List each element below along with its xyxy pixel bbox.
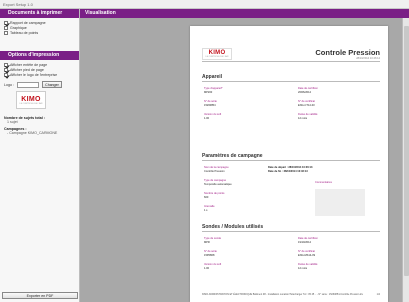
field-value: 26/06/2014 [298, 91, 311, 94]
option-label: Afficher entête de page [10, 62, 48, 67]
report-page: KIMO LE CONTROLE DE L'AIR Controle Press… [190, 26, 388, 302]
report-title: Controle Pression [315, 48, 380, 57]
field-value: Temporelle automatique [204, 183, 232, 186]
field-label: N° de série [204, 250, 217, 253]
field-label: Nom de la campagne [204, 166, 229, 169]
field-value: MPR [204, 241, 210, 244]
footer-text: KIMO ADMINISTRATION ET ÉLECTRONIQUE Bâti… [202, 293, 363, 296]
logo-preview-sub: LE CONTROLE DE L'AIR [19, 102, 43, 105]
field-value: ENG-CT14-03 [298, 104, 315, 107]
document-label: Graphique [10, 25, 27, 30]
document-label: Tableau de points [10, 30, 39, 35]
viewer-title: Visualisation [80, 9, 409, 18]
field-value: 1.00 [204, 267, 210, 270]
report-logo-sub: LE CONTROLE DE L'AIR [205, 56, 229, 58]
window-titlebar: Export Setup 1.0 [0, 0, 409, 9]
option-label: Afficher pied de page [10, 67, 44, 72]
field-value: MP200 [204, 91, 213, 94]
section-sondes-title: Sondes / Modules utilisés [202, 224, 264, 230]
logo-label: Logo : [4, 82, 14, 87]
options-panel-title: Options d'impression [0, 51, 79, 60]
field-value: Contrôle Pression [204, 170, 225, 173]
checkbox[interactable] [4, 62, 8, 67]
logo-preview-text: KIMO [21, 95, 41, 103]
field-label: Intervalle [204, 205, 215, 208]
report-date: 28/10/2014 10:46:14 [356, 57, 380, 60]
field-label: Date de certificat [298, 237, 318, 240]
report-footer: KIMO ADMINISTRATION ET ÉLECTRONIQUE Bâti… [202, 293, 380, 296]
report-logo: KIMO LE CONTROLE DE L'AIR [202, 48, 232, 60]
end-date: Date de fin : 28/10/2014 10:46:13 [268, 170, 308, 173]
sidebar: Documents à imprimer Rapport de campagne… [0, 9, 80, 302]
campaign-item[interactable]: - Campagne KIMO_CARMONE [4, 131, 75, 135]
field-value: 15P0868 [204, 254, 215, 257]
option-label: Afficher le logo de l'entreprise [10, 72, 58, 77]
comments-label: Commentaires [315, 181, 332, 184]
field-label: Nombre de points [204, 192, 225, 195]
comments-box [315, 189, 365, 216]
field-value: 1.00 [204, 117, 210, 120]
scroll-thumb[interactable] [404, 26, 409, 276]
export-pdf-button[interactable]: Exporter en PDF [2, 292, 78, 299]
field-label: Date de certificat [298, 87, 318, 90]
field-value: 600 [204, 196, 209, 199]
document-label: Rapport de campagne [10, 20, 46, 25]
checkbox[interactable] [4, 25, 8, 30]
document-item-tableau[interactable]: Tableau de points [4, 30, 75, 35]
field-value: ENG-MS14-09 [298, 254, 316, 257]
section-appareil-title: Appareil [202, 74, 223, 80]
section-divider [202, 81, 380, 82]
logo-path-input[interactable] [17, 81, 39, 88]
field-value: 19/10/2014 [298, 241, 311, 244]
documents-panel-title: Documents à imprimer [0, 9, 79, 18]
field-value: 15260854 [204, 104, 216, 107]
field-label: N° de série [204, 100, 217, 103]
logo-preview: KIMO LE CONTROLE DE L'AIR [16, 91, 46, 109]
subjects-value: 1 sujet [7, 120, 18, 124]
checkbox[interactable] [4, 20, 8, 25]
app-window: Export Setup 1.0 Documents à imprimer Ra… [0, 0, 409, 302]
field-label: Durée de validité [298, 263, 318, 266]
logo-row: Logo : Changer [4, 81, 75, 88]
checkbox[interactable] [4, 67, 8, 72]
report-header: KIMO LE CONTROLE DE L'AIR Controle Press… [202, 48, 380, 62]
field-label: N° de certificat [298, 100, 315, 103]
section-campagne-title: Paramètres de campagne [202, 153, 263, 159]
field-value: 1 s [204, 209, 208, 212]
options-list: Afficher entête de page Afficher pied de… [0, 60, 79, 137]
change-logo-button[interactable]: Changer [42, 81, 62, 88]
page-number: 1/4 [376, 293, 380, 296]
start-date: Date de départ : 28/10/2014 10:36:13 [268, 166, 313, 169]
documents-list: Rapport de campagne Graphique Tableau de… [0, 18, 79, 37]
field-label: Type de campagne [204, 179, 227, 182]
preview-viewer: Visualisation KIMO LE CONTROLE DE L'AIR … [80, 9, 409, 302]
field-value: 12 mois [298, 117, 308, 120]
section-divider [202, 231, 380, 232]
checkbox[interactable] [4, 30, 8, 35]
field-label: Version du soft [204, 263, 222, 266]
field-label: Type de sonde [204, 237, 222, 240]
checkbox[interactable] [4, 72, 8, 77]
field-label: Durée de validité [298, 113, 318, 116]
option-logo[interactable]: Afficher le logo de l'entreprise [4, 72, 75, 77]
field-label: N° de certificat [298, 250, 315, 253]
field-label: Type d'appareil* [204, 87, 223, 90]
section-divider [202, 160, 380, 161]
viewer-scrollbar[interactable] [402, 18, 409, 302]
field-value: 12 mois [298, 267, 308, 270]
field-label: Version du soft [204, 113, 222, 116]
